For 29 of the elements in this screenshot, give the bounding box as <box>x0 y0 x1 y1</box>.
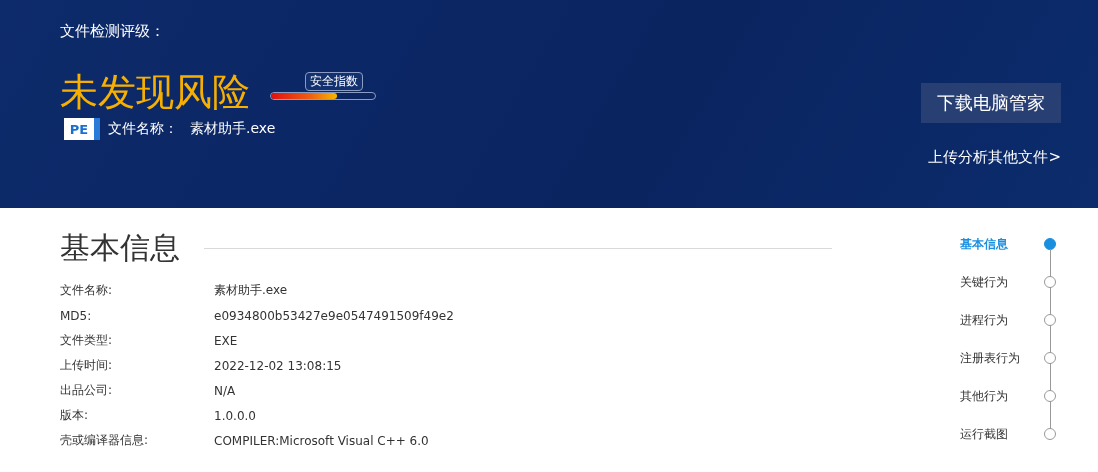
section-nav-link[interactable]: 关键行为 <box>960 273 1008 291</box>
upload-link[interactable]: 上传分析其他文件> <box>928 148 1061 167</box>
field-label: 文件名称: <box>60 282 114 299</box>
field-value: COMPILER:Microsoft Visual C++ 6.0 <box>214 433 429 448</box>
section-nav-link[interactable]: 进程行为 <box>960 311 1008 329</box>
field-value: N/A <box>214 383 236 398</box>
safety-index-tooltip: 安全指数 <box>304 72 363 91</box>
rating-label: 文件检测评级： <box>60 22 166 42</box>
file-type-icon: PE <box>64 118 100 140</box>
download-button[interactable]: 下载电脑管家 <box>921 83 1061 123</box>
field-value: e0934800b53427e9e0547491509f49e2 <box>214 308 454 323</box>
field-value: EXE <box>214 333 238 348</box>
field-label: 上传时间: <box>60 357 114 374</box>
file-name-label: 文件名称： <box>108 120 178 138</box>
field-label: MD5: <box>60 308 93 323</box>
field-value: 2022-12-02 13:08:15 <box>214 358 342 373</box>
field-label: 壳或编译器信息: <box>60 432 150 449</box>
field-value: 素材助手.exe <box>214 282 288 299</box>
section-nav-link[interactable]: 注册表行为 <box>960 349 1020 367</box>
field-label: 版本: <box>60 407 90 424</box>
field-value: 1.0.0.0 <box>214 408 256 423</box>
file-name-value: 素材助手.exe <box>190 120 276 138</box>
section-nav-link[interactable]: 其他行为 <box>960 387 1008 405</box>
section-nav-link[interactable]: 基本信息 <box>960 235 1008 253</box>
field-label: 出品公司: <box>60 382 114 399</box>
field-label: 文件类型: <box>60 332 114 349</box>
verdict-text: 未发现风险 <box>60 70 250 114</box>
section-title: 基本信息 <box>60 229 180 267</box>
section-nav-link[interactable]: 运行截图 <box>960 425 1008 443</box>
